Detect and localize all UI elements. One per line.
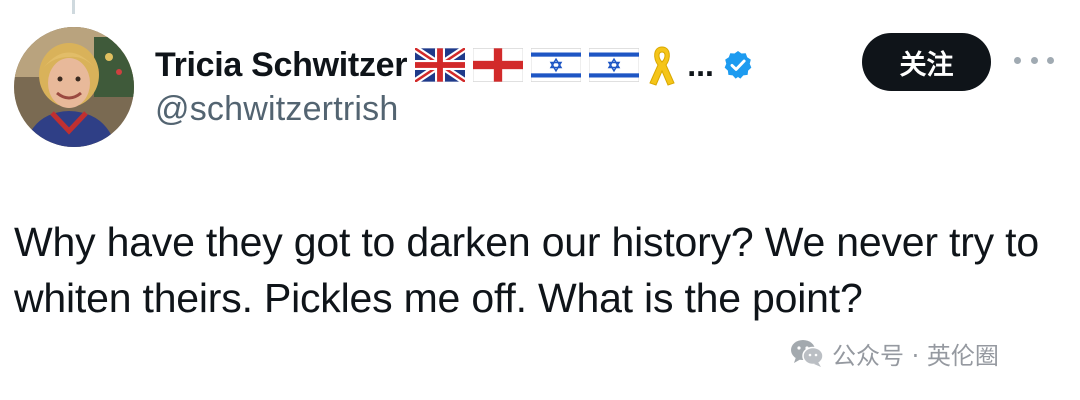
author-name-row: Tricia Schwitzer ... [155,40,754,90]
avatar[interactable] [14,27,134,147]
thread-line [72,0,75,14]
more-dot [1047,56,1054,64]
verified-badge-icon [722,49,754,81]
more-dot [1014,56,1021,64]
tweet-text: Why have they got to darken our history?… [14,219,1039,321]
yellow-ribbon-icon [647,43,677,87]
israel-flag-icon [531,48,582,82]
more-dot [1030,56,1038,64]
follow-button[interactable]: 关注 [862,33,991,91]
wechat-icon [790,338,824,368]
watermark-text: 公众号 · 英伦圈 [832,341,999,370]
tweet-card: Tricia Schwitzer ... @schwitzertrish 关注 … [0,0,1080,400]
author-display-name[interactable]: Tricia Schwitzer [155,46,408,85]
israel-flag-icon [589,48,640,82]
england-flag-icon [473,48,524,82]
name-truncation: ... [687,46,714,83]
uk-flag-icon [415,48,466,82]
more-options-icon[interactable] [1014,50,1054,70]
author-handle[interactable]: @schwitzertrish [155,90,398,129]
watermark: 公众号 · 英伦圈 [790,333,999,373]
